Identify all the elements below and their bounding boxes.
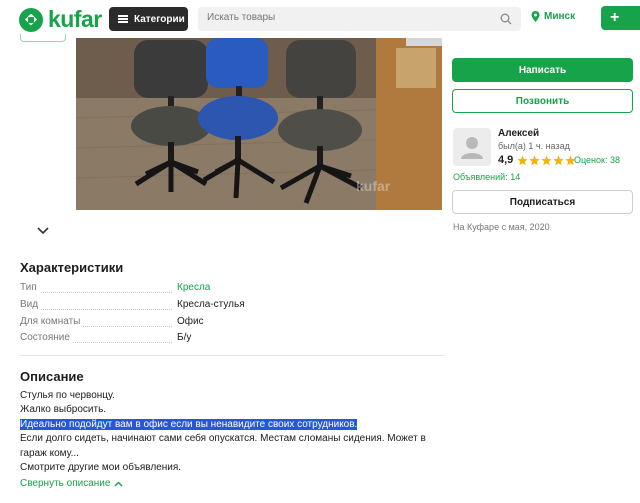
write-button[interactable]: Написать <box>452 58 633 82</box>
location-selector[interactable]: Минск <box>531 11 575 22</box>
seller-last-seen: был(а) 1 ч. назад <box>498 141 570 151</box>
char-label: Вид <box>20 299 42 310</box>
seller-avatar[interactable] <box>453 128 491 166</box>
thumbnail-strip[interactable] <box>20 34 66 42</box>
star-icon <box>553 155 564 165</box>
char-row-type: Тип Кресла <box>20 282 450 298</box>
menu-icon <box>118 15 128 23</box>
star-icon <box>517 155 528 165</box>
seller-rating: 4,9 <box>498 154 577 166</box>
description-line: Смотрите другие мои объявления. <box>20 462 182 474</box>
char-value-link[interactable]: Кресла <box>177 282 210 293</box>
description-title: Описание <box>20 369 84 384</box>
char-row-room: Для комнаты Офис <box>20 316 450 332</box>
user-icon <box>461 137 483 159</box>
listing-photo[interactable]: kufar <box>76 38 442 210</box>
char-value: Офис <box>177 316 204 327</box>
kufar-logo-icon <box>19 7 43 32</box>
categories-label: Категории <box>134 13 185 25</box>
char-label: Для комнаты <box>20 316 84 327</box>
description-line-selected: Идеально подойдут вам в офис если вы нен… <box>20 418 358 430</box>
chevron-down-icon[interactable] <box>37 227 49 235</box>
search-icon[interactable] <box>500 13 512 25</box>
seller-ads-link[interactable]: Объявлений: 14 <box>453 172 520 182</box>
section-divider <box>20 355 444 356</box>
top-header: kufar Категории Минск + <box>0 0 640 38</box>
categories-button[interactable]: Категории <box>109 7 188 31</box>
star-icon <box>529 155 540 165</box>
seller-name[interactable]: Алексей <box>498 128 539 139</box>
char-value: Б/у <box>177 332 192 343</box>
member-since: На Куфаре с мая, 2020 <box>453 222 550 232</box>
search-bar[interactable] <box>198 7 521 31</box>
collapse-label: Свернуть описание <box>20 478 111 489</box>
description-text: Стулья по червонцу. Жалко выбросить. Иде… <box>20 389 445 475</box>
star-icon <box>541 155 552 165</box>
location-label: Минск <box>544 11 576 22</box>
kufar-logo[interactable]: kufar <box>19 6 102 33</box>
description-line: Если долго сидеть, начинают сами себя оп… <box>20 433 426 459</box>
chevron-up-icon <box>114 481 123 486</box>
char-row-kind: Вид Кресла-стулья <box>20 299 450 315</box>
subscribe-button[interactable]: Подписаться <box>452 190 633 214</box>
logo-text: kufar <box>48 6 102 32</box>
photo-watermark: kufar <box>356 178 391 194</box>
char-row-condition: Состояние Б/у <box>20 332 450 348</box>
collapse-description-link[interactable]: Свернуть описание <box>20 478 123 489</box>
reviews-link[interactable]: Оценок: 38 <box>574 155 620 165</box>
description-line: Жалко выбросить. <box>20 404 107 416</box>
rating-value: 4,9 <box>498 154 514 166</box>
characteristics-title: Характеристики <box>20 260 124 275</box>
char-label: Тип <box>20 282 40 293</box>
call-button[interactable]: Позвонить <box>452 89 633 113</box>
add-ad-button[interactable]: + <box>601 6 640 30</box>
char-value: Кресла-стулья <box>177 299 245 310</box>
char-label: Состояние <box>20 332 73 343</box>
search-input[interactable] <box>207 12 487 23</box>
rating-stars <box>517 155 577 166</box>
location-pin-icon <box>531 11 540 22</box>
description-line: Стулья по червонцу. <box>20 390 115 401</box>
